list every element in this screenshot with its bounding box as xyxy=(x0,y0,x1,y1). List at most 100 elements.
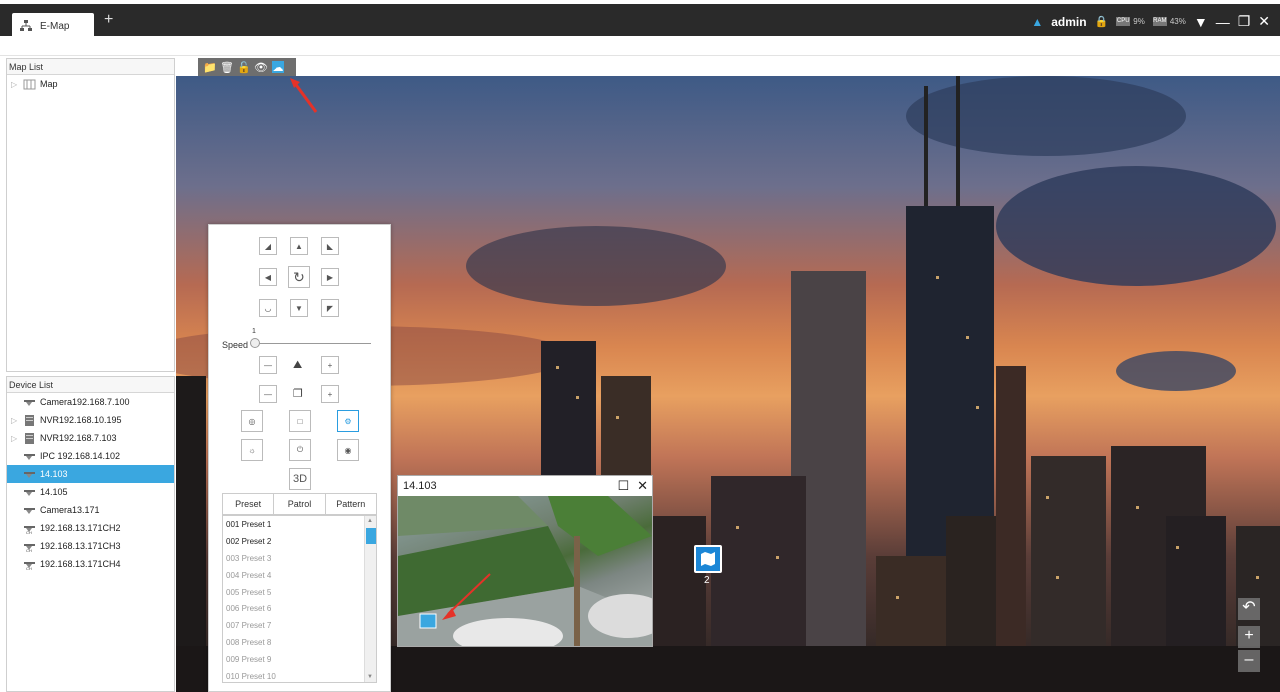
device-list-item[interactable]: ▷ NVR192.168.7.103 xyxy=(7,429,174,447)
device-list-item[interactable]: 14.103 xyxy=(7,465,174,483)
preset-list: 001 Preset 1 002 Preset 2 003 Preset 3 004 … xyxy=(222,515,377,683)
map-hotspot-pin[interactable] xyxy=(694,545,722,573)
preset-item[interactable]: 008 Preset 8 xyxy=(223,634,376,651)
ptz-down-left-button[interactable]: ◡ xyxy=(259,299,277,317)
device-label: NVR192.168.10.195 xyxy=(40,415,122,425)
camera-icon xyxy=(23,469,36,480)
scroll-up-icon[interactable]: ▲ xyxy=(367,518,373,524)
zoom-out-button[interactable]: – xyxy=(1238,650,1260,672)
toolbar-strip xyxy=(0,36,1280,56)
focus-plus-button[interactable]: + xyxy=(321,385,339,403)
restore-icon[interactable]: ❐ xyxy=(1238,13,1251,30)
add-tab-button[interactable]: + xyxy=(104,11,113,29)
ptz-up-right-button[interactable]: ◣ xyxy=(321,237,339,255)
eye-icon[interactable]: 👁 xyxy=(254,61,268,74)
device-label: 192.168.13.171CH3 xyxy=(40,541,121,551)
device-list-item[interactable]: IPC 192.168.14.102 xyxy=(7,447,174,465)
video-frame-image xyxy=(398,496,652,646)
preset-scrollbar[interactable]: ▲ ▼ xyxy=(364,516,376,682)
ptz-up-left-button[interactable]: ◢ xyxy=(259,237,277,255)
unlock-icon[interactable]: 🔓 xyxy=(237,61,251,74)
device-label: 14.105 xyxy=(40,487,68,497)
live-video-feed[interactable] xyxy=(398,496,652,646)
map-pin-label: 2 xyxy=(704,575,710,586)
svg-text:CH: CH xyxy=(26,530,32,534)
area-focus-button[interactable]: □ xyxy=(289,410,311,432)
ptz-right-button[interactable]: ▶ xyxy=(321,268,339,286)
scroll-down-icon[interactable]: ▼ xyxy=(367,674,373,680)
wiper-button[interactable]: ⏻ xyxy=(289,439,311,461)
preset-item[interactable]: 006 Preset 6 xyxy=(223,600,376,617)
channel-icon: CH xyxy=(23,541,36,552)
one-push-focus-button[interactable]: ◉ xyxy=(337,439,359,461)
device-list-item[interactable]: Camera192.168.7.100 xyxy=(7,393,174,411)
preset-item[interactable]: 001 Preset 1 xyxy=(223,516,376,533)
tab-preset[interactable]: Preset xyxy=(223,494,275,514)
lock-icon[interactable]: 🔒 xyxy=(1095,15,1109,28)
map-tree-label: Map xyxy=(40,79,58,89)
ram-value: 43% xyxy=(1169,17,1186,26)
3d-positioning-button[interactable]: 3D xyxy=(289,468,311,490)
expand-arrow-icon[interactable]: ▷ xyxy=(11,434,19,443)
preset-item[interactable]: 005 Preset 5 xyxy=(223,584,376,601)
preset-item[interactable]: 004 Preset 4 xyxy=(223,567,376,584)
user-icon: ▲ xyxy=(1031,14,1044,29)
device-list-panel: Device List Camera192.168.7.100 ▷ NVR192.1… xyxy=(6,376,175,692)
preset-item[interactable]: 007 Preset 7 xyxy=(223,617,376,634)
preset-item[interactable]: 010 Preset 10 xyxy=(223,668,376,682)
menu-dropdown-icon[interactable]: ▼ xyxy=(1194,14,1208,30)
focus-icon: ❐ xyxy=(293,388,303,400)
tab-patrol[interactable]: Patrol xyxy=(274,494,326,514)
settings-button[interactable]: ⚙ xyxy=(337,410,359,432)
speed-value: 1 xyxy=(252,328,256,335)
map-icon xyxy=(23,79,36,89)
expand-arrow-icon[interactable]: ▷ xyxy=(11,416,19,425)
focus-minus-button[interactable]: — xyxy=(259,385,277,403)
scroll-thumb[interactable] xyxy=(366,528,376,544)
zoom-in-button[interactable]: + xyxy=(1238,626,1260,648)
map-pin-icon xyxy=(701,552,715,566)
preset-item[interactable]: 003 Preset 3 xyxy=(223,550,376,567)
zoom-plus-button[interactable]: + xyxy=(321,356,339,374)
maximize-icon[interactable]: ☐ xyxy=(617,476,629,496)
video-popup-header: 14.103 ☐ ✕ xyxy=(398,476,652,496)
ptz-up-button[interactable]: ▲ xyxy=(290,237,308,255)
device-label: IPC 192.168.14.102 xyxy=(40,451,121,461)
zoom-icon: ⛰ xyxy=(293,359,303,371)
close-popup-icon[interactable]: ✕ xyxy=(637,476,648,496)
nvr-icon xyxy=(23,432,36,444)
annotation-arrow-icon xyxy=(290,78,318,113)
zoom-minus-button[interactable]: — xyxy=(259,356,277,374)
map-back-button[interactable]: ↶ xyxy=(1238,598,1260,620)
ptz-left-button[interactable]: ◀ xyxy=(259,268,277,286)
preset-item[interactable]: 009 Preset 9 xyxy=(223,651,376,668)
ptz-down-right-button[interactable]: ◤ xyxy=(321,299,339,317)
map-list-title: Map List xyxy=(7,59,174,75)
ptz-auto-rotate-button[interactable]: ↻ xyxy=(288,266,310,288)
folder-icon[interactable]: 📁 xyxy=(203,61,217,74)
device-label: NVR192.168.7.103 xyxy=(40,433,117,443)
device-list-item[interactable]: CH 192.168.13.171CH3 xyxy=(7,537,174,555)
device-list-item[interactable]: CH 192.168.13.171CH4 xyxy=(7,555,174,573)
cpu-value: 9% xyxy=(1133,17,1145,26)
cpu-indicator: CPU 9% xyxy=(1116,17,1145,26)
device-list-item[interactable]: 14.105 xyxy=(7,483,174,501)
iris-button[interactable]: ◎ xyxy=(241,410,263,432)
device-list-item[interactable]: CH 192.168.13.171CH2 xyxy=(7,519,174,537)
preset-item[interactable]: 002 Preset 2 xyxy=(223,533,376,550)
map-tree-item[interactable]: ▷ Map xyxy=(7,75,174,93)
device-list-item[interactable]: Camera13.171 xyxy=(7,501,174,519)
device-list-item[interactable]: ▷ NVR192.168.10.195 xyxy=(7,411,174,429)
cpu-chip: CPU xyxy=(1116,17,1131,26)
speed-slider-track[interactable] xyxy=(253,343,371,344)
minimize-icon[interactable]: — xyxy=(1216,14,1230,30)
camera-view-icon[interactable]: ☁ xyxy=(272,61,284,74)
light-button[interactable]: ☼ xyxy=(241,439,263,461)
delete-icon[interactable]: 🗑 xyxy=(220,61,234,74)
speed-slider-handle[interactable] xyxy=(250,338,260,348)
close-icon[interactable]: ✕ xyxy=(1258,13,1270,30)
expand-arrow-icon[interactable]: ▷ xyxy=(11,80,19,89)
map-list-panel: Map List ▷ Map xyxy=(6,58,175,372)
ptz-down-button[interactable]: ▼ xyxy=(290,299,308,317)
tab-pattern[interactable]: Pattern xyxy=(326,494,376,514)
